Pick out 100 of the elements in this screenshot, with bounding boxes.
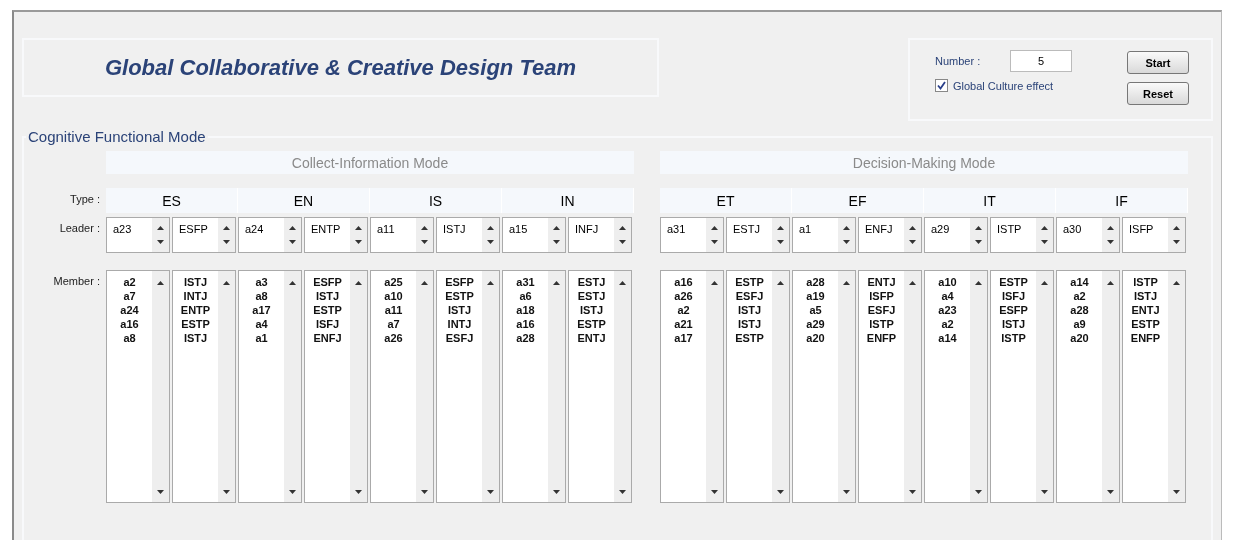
list-item[interactable]: a5	[809, 303, 822, 317]
scrollbar[interactable]	[350, 271, 367, 502]
list-item[interactable]: a2	[1073, 289, 1086, 303]
up-arrow-icon[interactable]	[711, 226, 718, 230]
list-item[interactable]: a18	[516, 303, 535, 317]
up-arrow-icon[interactable]	[487, 281, 494, 285]
down-arrow-icon[interactable]	[223, 240, 230, 244]
list-item[interactable]: a9	[1073, 317, 1086, 331]
scrollbar[interactable]	[1168, 271, 1185, 502]
list-item[interactable]: ENTJ	[577, 331, 606, 345]
list-box[interactable]: a25 a10 a11 a7 a26	[370, 270, 434, 503]
scrollbar[interactable]	[1036, 271, 1053, 502]
list-item[interactable]: ISTP	[1001, 331, 1026, 345]
down-arrow-icon[interactable]	[619, 490, 626, 494]
up-arrow-icon[interactable]	[909, 281, 916, 285]
up-arrow-icon[interactable]	[553, 281, 560, 285]
list-item[interactable]: ENTP	[180, 303, 211, 317]
list-item[interactable]: ESTP	[313, 303, 342, 317]
down-arrow-icon[interactable]	[157, 240, 164, 244]
list-item[interactable]: a26	[384, 331, 403, 345]
list-box[interactable]: ESTJ ESTJ ISTJ ESTP ENTJ	[568, 270, 632, 503]
number-field[interactable]: 5	[1010, 50, 1072, 72]
down-arrow-icon[interactable]	[975, 240, 982, 244]
list-item[interactable]: a10	[384, 289, 403, 303]
up-arrow-icon[interactable]	[1107, 226, 1114, 230]
down-arrow-icon[interactable]	[421, 240, 428, 244]
list-box[interactable]: a2 a7 a24 a16 a8	[106, 270, 170, 503]
list-item[interactable]: a28	[516, 331, 535, 345]
up-arrow-icon[interactable]	[909, 226, 916, 230]
up-arrow-icon[interactable]	[223, 226, 230, 230]
down-arrow-icon[interactable]	[909, 490, 916, 494]
list-item[interactable]: ISTP	[1133, 275, 1158, 289]
list-item[interactable]: a1	[255, 331, 268, 345]
up-arrow-icon[interactable]	[289, 281, 296, 285]
list-item[interactable]: a7	[123, 289, 136, 303]
spinner[interactable]: ISFP	[1122, 217, 1186, 253]
list-box[interactable]: a16 a26 a2 a21 a17	[660, 270, 724, 503]
up-arrow-icon[interactable]	[1173, 226, 1180, 230]
list-item[interactable]: ESTP	[1131, 317, 1160, 331]
list-item[interactable]: ESTP	[577, 317, 606, 331]
down-arrow-icon[interactable]	[289, 240, 296, 244]
scrollbar[interactable]	[904, 271, 921, 502]
list-item[interactable]: a11	[384, 303, 403, 317]
up-arrow-icon[interactable]	[421, 226, 428, 230]
list-item[interactable]: a4	[255, 317, 268, 331]
list-item[interactable]: a28	[806, 275, 825, 289]
list-box[interactable]: a3 a8 a17 a4 a1	[238, 270, 302, 503]
up-arrow-icon[interactable]	[1107, 281, 1114, 285]
list-item[interactable]: a24	[120, 303, 139, 317]
list-item[interactable]: a25	[384, 275, 403, 289]
checkbox[interactable]	[935, 79, 948, 92]
list-item[interactable]: a10	[938, 275, 957, 289]
spinner[interactable]: a15	[502, 217, 566, 253]
list-item[interactable]: a14	[1070, 275, 1089, 289]
action-button[interactable]: Reset	[1127, 82, 1189, 105]
down-arrow-icon[interactable]	[619, 240, 626, 244]
list-item[interactable]: ISTJ	[579, 303, 604, 317]
spinner[interactable]: ENTP	[304, 217, 368, 253]
list-item[interactable]: a6	[519, 289, 532, 303]
down-arrow-icon[interactable]	[777, 240, 784, 244]
list-item[interactable]: ESTP	[445, 289, 474, 303]
down-arrow-icon[interactable]	[355, 490, 362, 494]
scrollbar[interactable]	[838, 271, 855, 502]
list-item[interactable]: ISTJ	[737, 317, 762, 331]
list-item[interactable]: ENTJ	[1131, 303, 1160, 317]
up-arrow-icon[interactable]	[289, 226, 296, 230]
list-item[interactable]: a29	[806, 317, 825, 331]
list-item[interactable]: ESTJ	[577, 289, 606, 303]
list-item[interactable]: ESFJ	[445, 331, 474, 345]
list-box[interactable]: ESFP ESTP ISTJ INTJ ESFJ	[436, 270, 500, 503]
list-item[interactable]: ESTP	[735, 275, 764, 289]
list-item[interactable]: a7	[387, 317, 400, 331]
up-arrow-icon[interactable]	[619, 226, 626, 230]
up-arrow-icon[interactable]	[975, 281, 982, 285]
spinner[interactable]: ENFJ	[858, 217, 922, 253]
list-item[interactable]: ENFJ	[313, 331, 342, 345]
up-arrow-icon[interactable]	[553, 226, 560, 230]
list-item[interactable]: a21	[674, 317, 693, 331]
spinner[interactable]: a1	[792, 217, 856, 253]
down-arrow-icon[interactable]	[975, 490, 982, 494]
down-arrow-icon[interactable]	[487, 490, 494, 494]
scrollbar[interactable]	[970, 271, 987, 502]
list-item[interactable]: a28	[1070, 303, 1089, 317]
list-box[interactable]: ESTP ESFJ ISTJ ISTJ ESTP	[726, 270, 790, 503]
list-item[interactable]: a19	[806, 289, 825, 303]
spinner[interactable]: ISTP	[990, 217, 1054, 253]
list-item[interactable]: ISTJ	[1133, 289, 1158, 303]
down-arrow-icon[interactable]	[1107, 490, 1114, 494]
list-item[interactable]: ESFP	[999, 303, 1028, 317]
up-arrow-icon[interactable]	[777, 226, 784, 230]
list-item[interactable]: a2	[677, 303, 690, 317]
list-item[interactable]: ISTP	[869, 317, 894, 331]
list-item[interactable]: a16	[120, 317, 139, 331]
list-item[interactable]: a8	[123, 331, 136, 345]
scrollbar[interactable]	[772, 271, 789, 502]
list-item[interactable]: a2	[941, 317, 954, 331]
list-item[interactable]: ISTJ	[183, 275, 208, 289]
spinner[interactable]: a31	[660, 217, 724, 253]
up-arrow-icon[interactable]	[157, 281, 164, 285]
scrollbar[interactable]	[416, 271, 433, 502]
